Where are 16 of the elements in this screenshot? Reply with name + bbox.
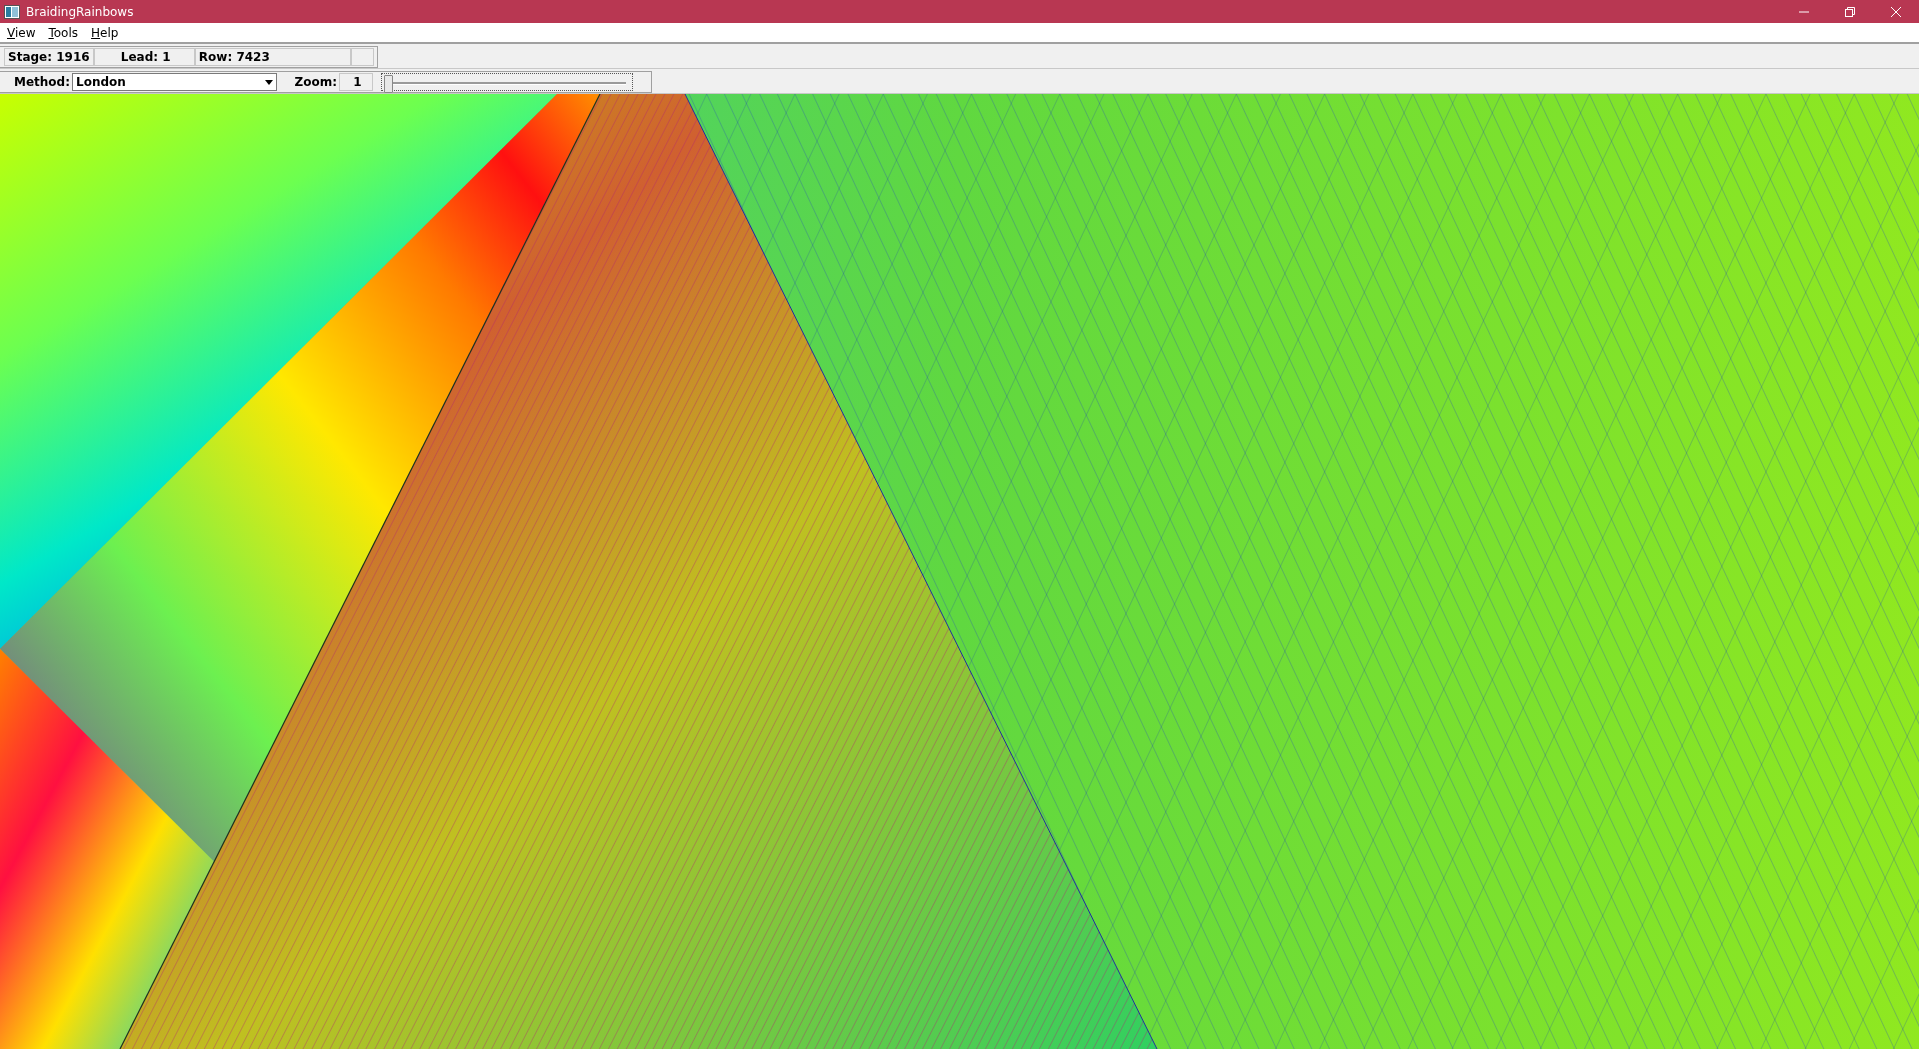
menu-item[interactable]: Tools <box>41 25 85 40</box>
status-pane: Lead: 1 <box>93 48 195 66</box>
window-title: BraidingRainbows <box>26 4 135 19</box>
zoom-label: Zoom: <box>293 74 338 91</box>
method-dropdown[interactable]: London <box>72 73 277 91</box>
status-pane: Row: 7423 <box>194 48 351 66</box>
zoom-value: 1 <box>339 73 373 91</box>
restore-icon[interactable] <box>1845 6 1855 17</box>
menu-item[interactable]: Help <box>84 25 125 40</box>
app-icon <box>4 4 20 19</box>
method-label: Method: <box>13 74 71 91</box>
menu-item[interactable]: View <box>0 25 42 40</box>
caret-icon <box>265 79 273 85</box>
status-pane: Stage: 1916 <box>4 48 94 66</box>
close-icon[interactable] <box>1891 6 1901 17</box>
zoom-slider[interactable] <box>381 73 633 91</box>
